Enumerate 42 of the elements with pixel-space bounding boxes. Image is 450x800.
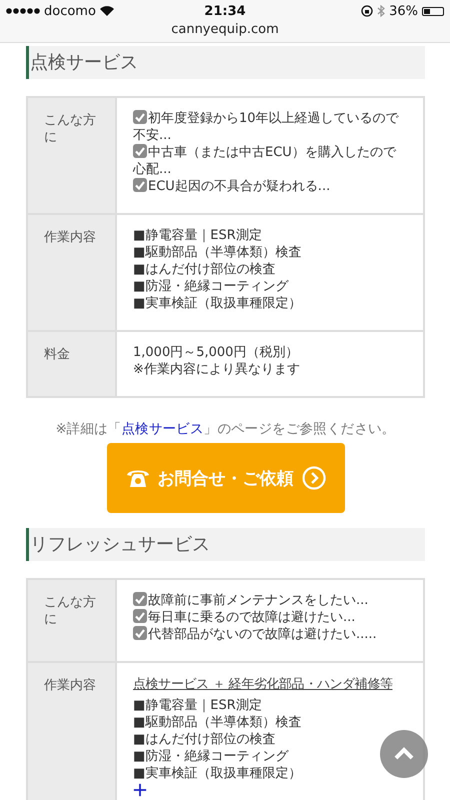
rotation-lock-icon: [361, 5, 374, 17]
row-label: こんな方に: [27, 579, 116, 662]
checklist-item: 初年度登録から10年以上経過しているので不安...: [133, 110, 400, 144]
service-link[interactable]: 点検サービス ＋ 経年劣化部品・ハンダ補修等: [133, 676, 392, 693]
list-item: ■静電容量｜ESR測定: [133, 227, 263, 244]
note-text: ※詳細は「点検サービス」のページをご参照ください。: [54, 420, 396, 438]
section-heading: リフレッシュサービス: [26, 528, 425, 561]
list-item: ■防湿・絶縁コーティング: [133, 748, 290, 765]
list-item: ■防湿・絶縁コーティング: [133, 278, 290, 295]
signal-icon: [6, 8, 40, 14]
list-item: ■駆動部品（半導体類）検査: [133, 714, 302, 731]
row-label: 作業内容: [27, 662, 116, 800]
row-label: こんな方に: [27, 97, 116, 214]
list-item: ■はんだ付け部位の検査: [133, 731, 276, 748]
checklist-item: 中古車（または中古ECU）を購入したので心配...: [133, 144, 398, 178]
list-item: ■駆動部品（半導体類）検査: [133, 244, 302, 261]
battery-icon: [422, 6, 444, 16]
url-text: cannyequip.com: [170, 22, 280, 37]
wifi-icon: [100, 6, 114, 16]
carrier-text: docomo: [44, 4, 96, 18]
battery-text: 36%: [389, 4, 418, 18]
phone-icon: [126, 468, 150, 488]
row-label: 作業内容: [27, 214, 116, 331]
checklist-item: 故障前に事前メンテナンスをしたい...: [133, 592, 401, 609]
price-text: ※作業内容により異なります: [133, 361, 301, 378]
chevron-right-icon: [302, 466, 326, 490]
checklist-item: 代替部品がないので故障は避けたい.....: [133, 626, 401, 643]
checklist-item: 毎日車に乗るので故障は避けたい...: [133, 609, 401, 626]
list-item: ■はんだ付け部位の検査: [133, 261, 276, 278]
chevron-up-icon: [393, 747, 415, 761]
clock-text: 21:34: [204, 4, 246, 18]
list-item: ■実車検証（取扱車種限定）: [133, 295, 302, 312]
service-link[interactable]: 点検サービス: [121, 421, 204, 437]
price-text: 1,000円～5,000円（税別）: [133, 344, 300, 361]
plus-icon[interactable]: [133, 783, 147, 797]
list-item: ■実車検証（取扱車種限定）: [133, 765, 302, 782]
scroll-top-button[interactable]: [380, 730, 428, 778]
section-heading: 点検サービス: [26, 46, 425, 79]
list-item: ■静電容量｜ESR測定: [133, 697, 263, 714]
bluetooth-icon: [377, 5, 386, 17]
checklist-item: ECU起因の不具合が疑われる...: [133, 178, 401, 195]
row-label: 料金: [27, 331, 116, 397]
